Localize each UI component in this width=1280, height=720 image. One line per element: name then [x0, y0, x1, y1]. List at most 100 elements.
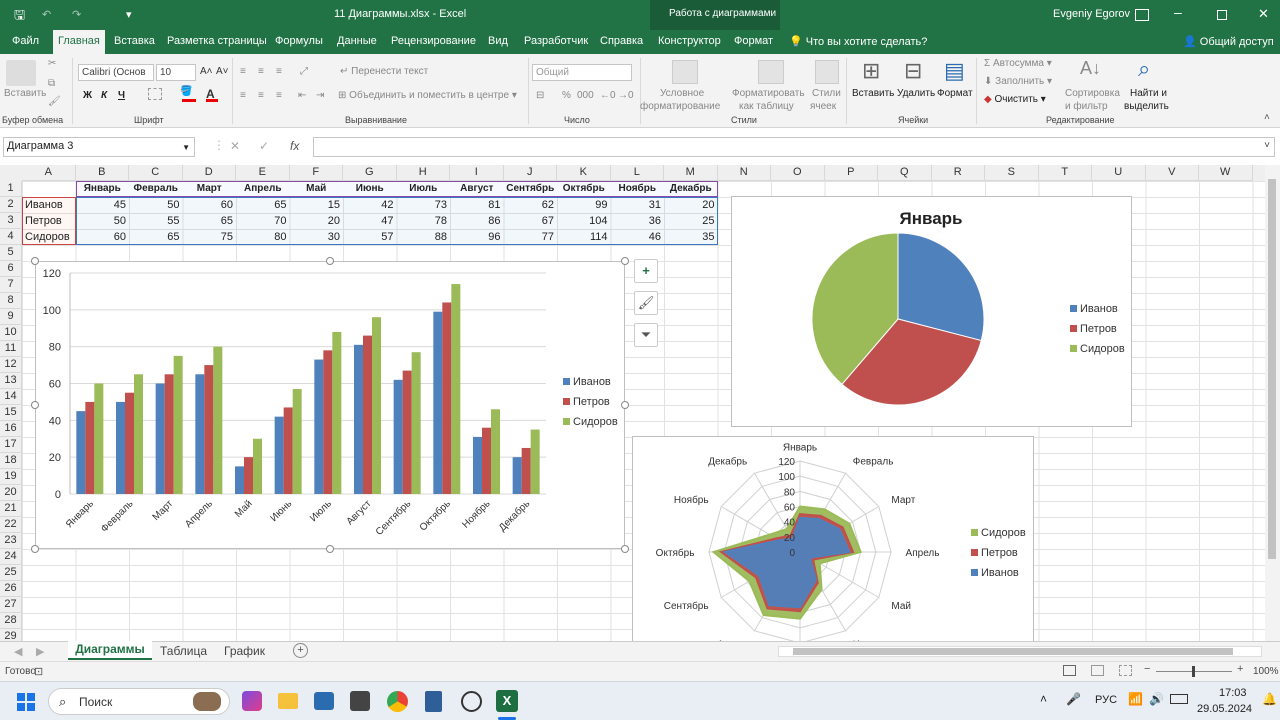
bold-button[interactable]: Ж: [83, 90, 92, 101]
column-header[interactable]: M: [664, 165, 718, 181]
row-header[interactable]: 22: [0, 517, 22, 533]
row-header[interactable]: 11: [0, 341, 22, 357]
cell-styles-icon[interactable]: [815, 60, 839, 84]
format-painter-icon[interactable]: 🖌: [48, 96, 61, 107]
sheet-tab-graph[interactable]: График: [224, 644, 265, 658]
column-header[interactable]: V: [1145, 165, 1199, 181]
tab-review[interactable]: Рецензирование: [391, 35, 476, 47]
cut-icon[interactable]: ✂: [48, 58, 56, 69]
column-header[interactable]: N: [717, 165, 771, 181]
chart-filters-button[interactable]: ⏷: [634, 323, 658, 347]
conditional-format-button[interactable]: Условное: [660, 88, 704, 99]
row-header[interactable]: 7: [0, 277, 22, 293]
row-header[interactable]: 3: [0, 213, 22, 229]
wifi-icon[interactable]: 📶: [1128, 692, 1143, 706]
row-header[interactable]: 27: [0, 597, 22, 613]
clock-time[interactable]: 17:03: [1219, 687, 1247, 699]
insert-cells-button[interactable]: Вставить: [852, 88, 894, 99]
ribbon-display-icon[interactable]: [1135, 9, 1149, 21]
pie-chart[interactable]: Январь Иванов Петров Сидоров: [731, 196, 1132, 427]
align-center-icon[interactable]: ≡: [258, 90, 264, 101]
tab-developer[interactable]: Разработчик: [524, 35, 588, 47]
clear-button[interactable]: ◆ Очистить ▾: [984, 94, 1046, 105]
name-box[interactable]: Диаграмма 3 ▼: [3, 137, 195, 157]
calculator-icon[interactable]: [425, 691, 442, 712]
resize-handle[interactable]: [326, 257, 334, 265]
align-middle-icon[interactable]: ≡: [258, 66, 264, 77]
row-header[interactable]: 8: [0, 293, 22, 309]
column-header[interactable]: E: [236, 165, 290, 181]
row-header[interactable]: 26: [0, 581, 22, 597]
delete-cells-button[interactable]: Удалить: [897, 88, 935, 99]
cancel-icon[interactable]: ✕: [230, 139, 240, 153]
minimize-icon[interactable]: –: [1174, 4, 1182, 20]
column-header[interactable]: U: [1092, 165, 1146, 181]
accessibility-icon[interactable]: ⊡: [34, 665, 43, 678]
zoom-level[interactable]: 100%: [1253, 666, 1279, 677]
column-header[interactable]: A: [22, 165, 76, 181]
quick-access-more-icon[interactable]: ▾: [126, 8, 132, 21]
paste-button[interactable]: Вставить: [4, 88, 46, 99]
microphone-icon[interactable]: 🎤: [1066, 692, 1081, 706]
italic-button[interactable]: К: [101, 90, 107, 101]
column-header[interactable]: I: [450, 165, 504, 181]
row-header[interactable]: 13: [0, 373, 22, 389]
column-header[interactable]: L: [610, 165, 664, 181]
resize-handle[interactable]: [31, 401, 39, 409]
row-header[interactable]: 17: [0, 437, 22, 453]
find-icon[interactable]: ⌕: [1138, 56, 1150, 82]
next-sheet-icon[interactable]: ▶: [36, 645, 44, 658]
collapse-ribbon-icon[interactable]: ˄: [1264, 112, 1270, 123]
increase-decimal-icon[interactable]: ←0: [600, 90, 616, 101]
snipping-tool-icon[interactable]: [350, 691, 370, 711]
row-header[interactable]: 28: [0, 613, 22, 629]
align-bottom-icon[interactable]: ≡: [276, 66, 282, 77]
format-as-table-button[interactable]: Форматировать: [732, 88, 805, 99]
row-header[interactable]: 16: [0, 421, 22, 437]
underline-button[interactable]: Ч: [118, 90, 125, 101]
row-header[interactable]: 19: [0, 469, 22, 485]
copilot-icon[interactable]: [242, 691, 262, 711]
row-header[interactable]: 18: [0, 453, 22, 469]
tab-design[interactable]: Конструктор: [658, 35, 721, 47]
close-icon[interactable]: ✕: [1258, 6, 1269, 22]
fill-color-icon[interactable]: 🪣: [180, 86, 192, 97]
delete-cells-icon[interactable]: ⊟: [904, 58, 922, 84]
tab-insert[interactable]: Вставка: [114, 35, 155, 47]
volume-icon[interactable]: 🔊: [1149, 692, 1164, 706]
row-header[interactable]: 1: [0, 181, 22, 197]
vertical-scroll-thumb[interactable]: [1268, 179, 1276, 559]
tab-formulas[interactable]: Формулы: [275, 35, 323, 47]
conditional-format-icon[interactable]: [672, 60, 698, 84]
format-cells-icon[interactable]: ▤: [944, 58, 965, 84]
zoom-slider-thumb[interactable]: [1192, 666, 1195, 677]
column-header[interactable]: B: [75, 165, 129, 181]
row-header[interactable]: 12: [0, 357, 22, 373]
horizontal-scroll-thumb[interactable]: [793, 648, 1233, 655]
column-header[interactable]: C: [129, 165, 183, 181]
row-header[interactable]: 4: [0, 229, 22, 245]
row-header[interactable]: 23: [0, 533, 22, 549]
column-header[interactable]: T: [1038, 165, 1092, 181]
orientation-icon[interactable]: ⤢: [300, 66, 308, 77]
column-header[interactable]: K: [557, 165, 611, 181]
zoom-out-icon[interactable]: −: [1144, 663, 1150, 675]
row-header[interactable]: 5: [0, 245, 22, 261]
comma-style-button[interactable]: 000: [577, 90, 594, 101]
resize-handle[interactable]: [621, 257, 629, 265]
page-break-view-icon[interactable]: [1119, 665, 1132, 676]
indent-increase-icon[interactable]: ⇥: [316, 90, 324, 101]
tab-format[interactable]: Формат: [734, 35, 773, 47]
maximize-icon[interactable]: [1217, 10, 1227, 20]
insert-cells-icon[interactable]: ⊞: [862, 58, 880, 84]
find-select-button[interactable]: Найти и: [1130, 88, 1167, 99]
row-header[interactable]: 2: [0, 197, 22, 213]
app-icon[interactable]: [314, 692, 334, 710]
add-sheet-icon[interactable]: +: [293, 643, 308, 658]
chrome-icon[interactable]: [387, 691, 408, 712]
notifications-icon[interactable]: 🔔: [1262, 692, 1277, 706]
format-as-table-icon[interactable]: [758, 60, 784, 84]
chart-styles-button[interactable]: 🖌: [634, 291, 658, 315]
taskbar-search-box[interactable]: ⌕ Поиск: [48, 688, 230, 715]
normal-view-icon[interactable]: [1063, 665, 1076, 676]
